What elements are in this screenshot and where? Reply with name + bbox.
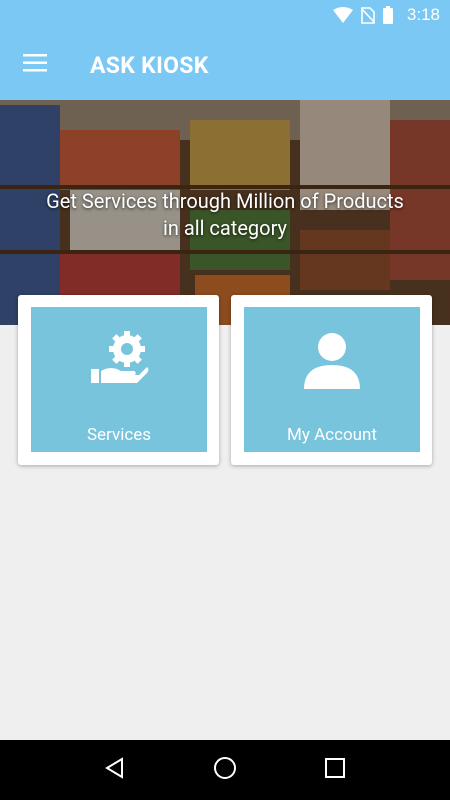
status-bar: 3:18 <box>0 0 450 30</box>
my-account-tile: My Account <box>244 307 420 452</box>
my-account-label: My Account <box>286 425 377 445</box>
services-label: Services <box>86 425 152 445</box>
hero-text: Get Services through Million of Products… <box>0 188 450 242</box>
app-title: ASK KIOSK <box>90 51 209 79</box>
hero-banner: Get Services through Million of Products… <box>0 100 450 325</box>
app-bar: ASK KIOSK <box>0 30 450 100</box>
home-icon <box>213 756 237 784</box>
back-icon <box>104 757 126 783</box>
gear-hand-icon <box>89 329 149 389</box>
back-button[interactable] <box>90 745 140 795</box>
home-button[interactable] <box>200 745 250 795</box>
hero-line-2: in all category <box>163 216 287 240</box>
recents-button[interactable] <box>310 745 360 795</box>
services-tile: Services <box>31 307 207 452</box>
card-grid: Services My Account <box>18 295 432 465</box>
my-account-card[interactable]: My Account <box>231 295 432 465</box>
system-nav-bar <box>0 740 450 800</box>
hamburger-menu-icon <box>23 54 47 76</box>
status-time: 3:18 <box>406 5 440 24</box>
menu-button[interactable] <box>0 30 70 100</box>
wifi-icon <box>332 7 353 23</box>
hero-line-1: Get Services through Million of Products <box>46 189 404 213</box>
battery-icon <box>382 6 393 24</box>
no-sim-icon <box>360 6 375 24</box>
services-card[interactable]: Services <box>18 295 219 465</box>
user-icon <box>302 329 362 393</box>
recents-icon <box>325 758 345 782</box>
